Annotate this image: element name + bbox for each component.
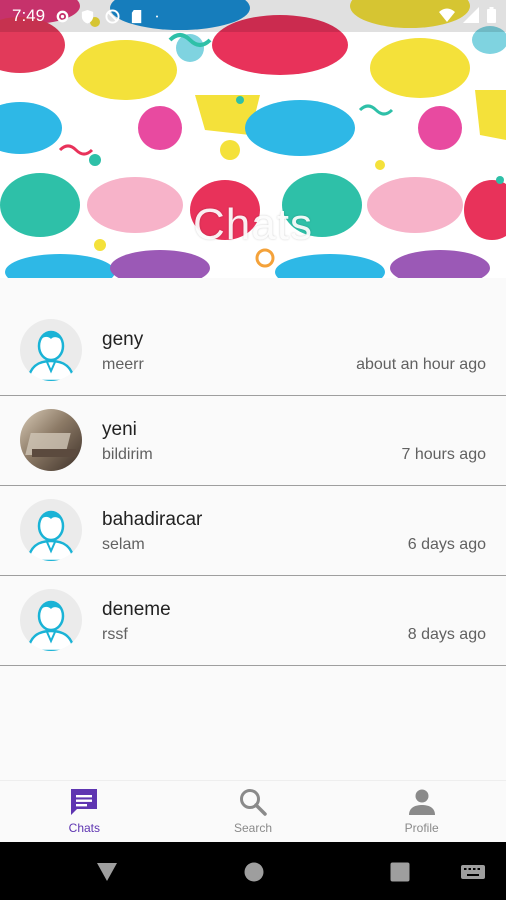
default-avatar-icon <box>20 499 82 561</box>
chat-last-message: selam <box>102 536 145 553</box>
chat-time: 8 days ago <box>407 626 486 643</box>
status-time: 7:49 <box>12 6 46 25</box>
nav-profile[interactable]: Profile <box>337 781 506 843</box>
settings-icon <box>56 10 69 22</box>
wifi-icon <box>439 8 455 22</box>
chat-last-message: bildirim <box>102 446 153 463</box>
chat-last-message: meerr <box>102 356 144 373</box>
search-icon <box>240 789 267 816</box>
keyboard-icon[interactable] <box>461 865 485 879</box>
bottom-navigation: Chats Search Profile <box>0 780 506 843</box>
nav-label: Search <box>233 821 273 835</box>
profile-icon <box>408 789 435 815</box>
chat-last-message: rssf <box>102 626 128 643</box>
notification-dot-icon <box>156 15 159 17</box>
chat-icon <box>71 789 98 815</box>
page-title: Chats <box>193 200 313 249</box>
system-navigation-bar <box>0 842 506 900</box>
recents-icon[interactable] <box>389 861 411 883</box>
chat-name: bahadiracar <box>102 509 203 530</box>
chat-row-deneme[interactable]: deneme rssf 8 days ago <box>0 576 506 666</box>
battery-icon <box>487 7 496 23</box>
chat-row-geny[interactable]: geny meerr about an hour ago <box>0 306 506 396</box>
back-icon[interactable] <box>96 861 118 883</box>
chat-list: geny meerr about an hour ago yeni bildir… <box>0 306 506 666</box>
chat-time: 7 hours ago <box>401 446 486 463</box>
chat-row-yeni[interactable]: yeni bildirim 7 hours ago <box>0 396 506 486</box>
nav-search[interactable]: Search <box>169 781 338 843</box>
header-banner: Chats <box>0 0 506 278</box>
signal-icon <box>463 7 479 23</box>
nav-chats[interactable]: Chats <box>0 781 169 843</box>
nav-label: Chats <box>68 821 101 835</box>
chat-time: about an hour ago <box>356 356 486 373</box>
status-bar: 7:49 <box>0 0 506 32</box>
chat-name: yeni <box>102 419 137 440</box>
chat-row-bahadiracar[interactable]: bahadiracar selam 6 days ago <box>0 486 506 576</box>
sync-off-icon <box>105 8 120 24</box>
home-icon[interactable] <box>243 861 265 883</box>
default-avatar-icon <box>20 319 82 381</box>
sd-card-icon <box>131 9 142 23</box>
default-avatar-icon <box>20 589 82 651</box>
chat-time: 6 days ago <box>407 536 486 553</box>
chat-name: geny <box>102 329 144 350</box>
nav-label: Profile <box>404 821 439 835</box>
chat-name: deneme <box>102 599 171 620</box>
photo-avatar <box>20 409 82 471</box>
shield-icon <box>81 9 94 24</box>
